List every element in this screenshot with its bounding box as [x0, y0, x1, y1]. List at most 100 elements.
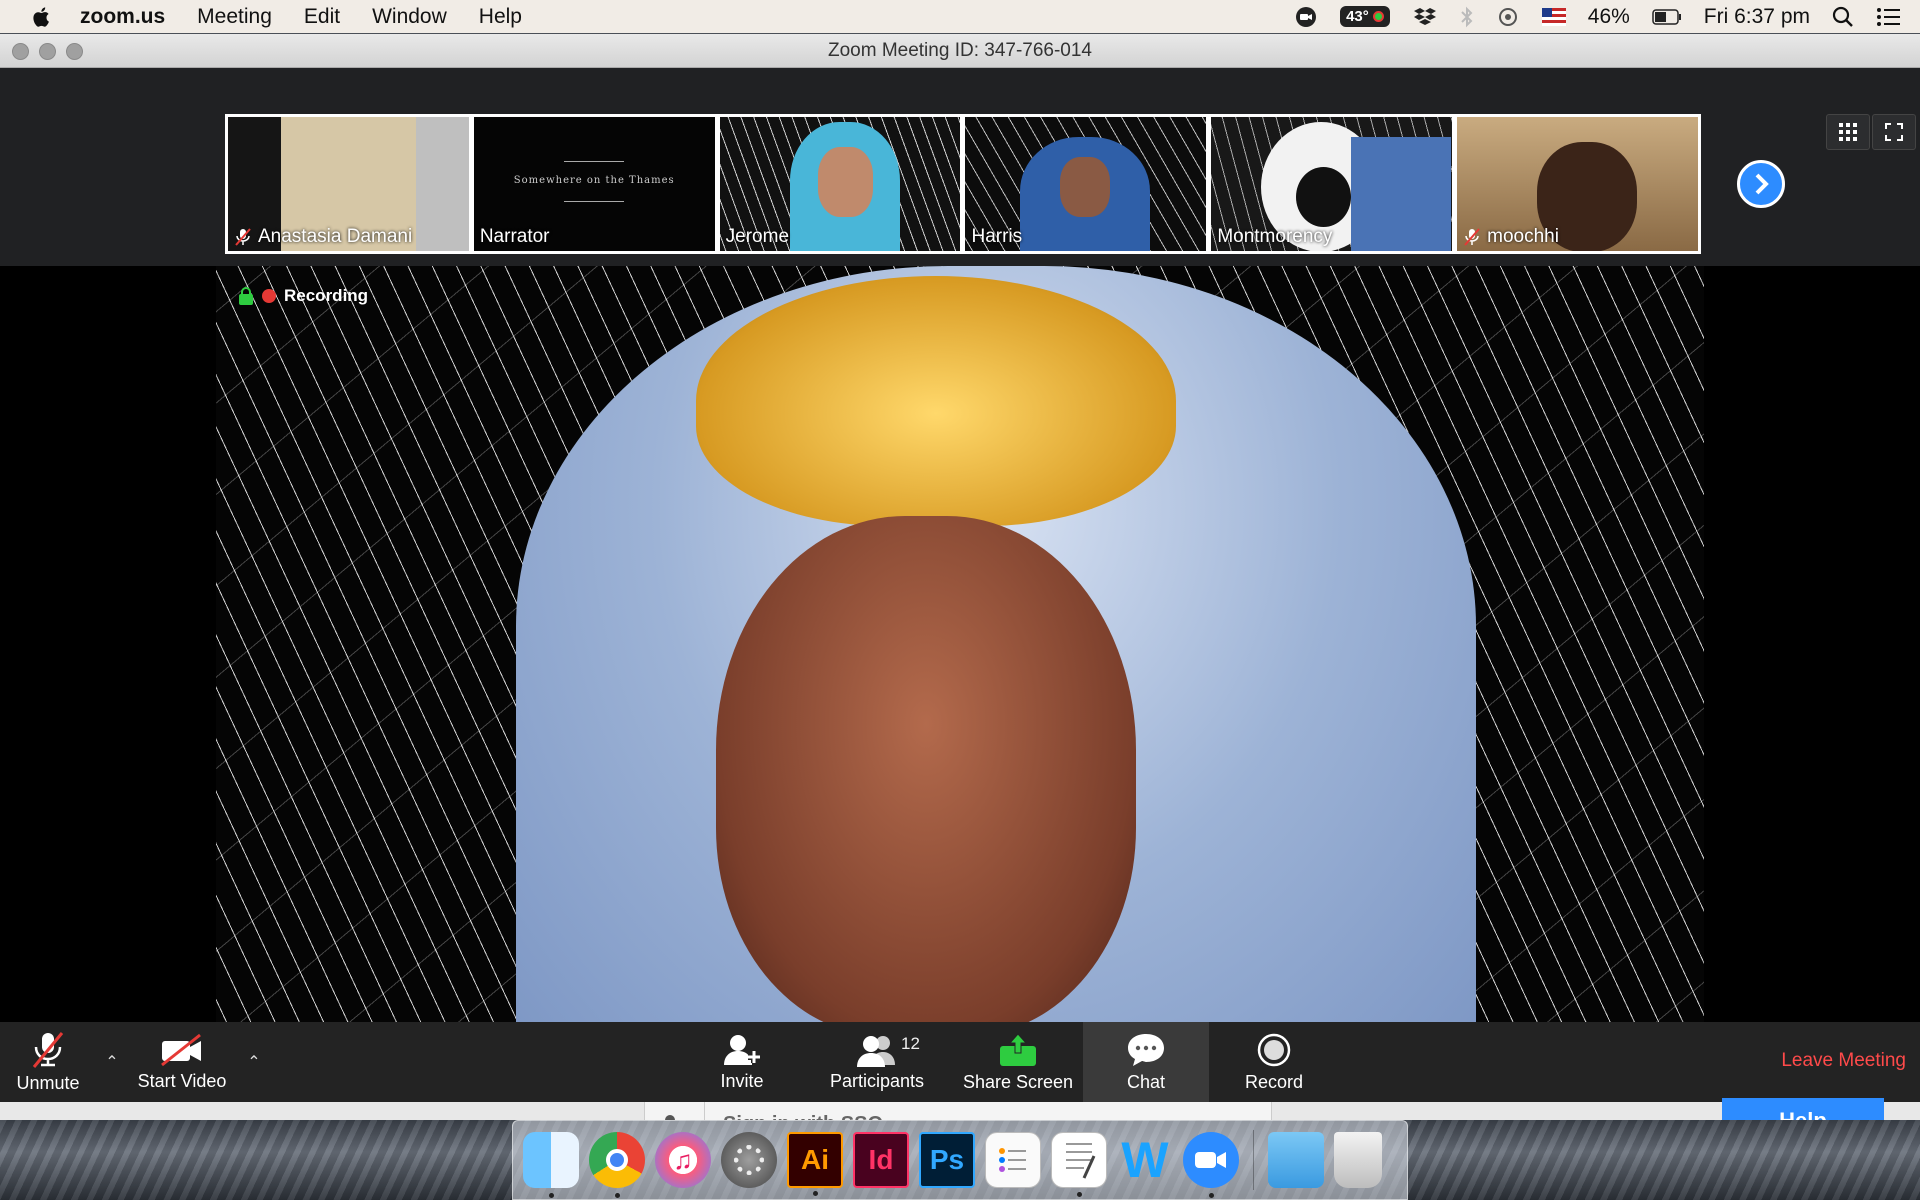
- muted-mic-icon: [32, 1031, 64, 1068]
- participant-face: [817, 147, 873, 217]
- participants-icon: [857, 1035, 895, 1067]
- zoom-icon[interactable]: [1183, 1132, 1239, 1198]
- record-icon: [1257, 1033, 1291, 1066]
- status-area: 43° 46% Fri 6:37 pm: [1294, 0, 1900, 33]
- narrator-card-text: Somewhere on the Thames: [513, 175, 675, 186]
- bluetooth-icon[interactable]: [1460, 6, 1474, 28]
- unmute-button[interactable]: Unmute: [10, 1022, 86, 1102]
- participant-name: Narrator: [479, 226, 550, 247]
- textedit-icon[interactable]: [1051, 1132, 1107, 1197]
- video-off-icon: [161, 1033, 201, 1066]
- participant-label: Jerome: [726, 226, 789, 248]
- chat-button[interactable]: Chat: [1083, 1022, 1209, 1102]
- dock: ♫ Ai Id Ps W: [512, 1120, 1408, 1200]
- fullscreen-button[interactable]: [1872, 114, 1916, 150]
- menu-bar: zoom.us Meeting Edit Window Help 43° 46%…: [0, 0, 1920, 33]
- running-indicator: [1077, 1192, 1082, 1197]
- share-screen-label: Share Screen: [962, 1071, 1074, 1092]
- gear-icon: [734, 1145, 764, 1175]
- wifi-icon[interactable]: [1496, 7, 1520, 27]
- video-options-chevron-up-icon[interactable]: ⌃: [244, 1052, 264, 1072]
- menu-app-name[interactable]: zoom.us: [80, 5, 165, 29]
- close-window-button[interactable]: [12, 43, 29, 60]
- screen: zoom.us Meeting Edit Window Help 43° 46%…: [0, 0, 1920, 1200]
- notification-center-icon[interactable]: [1876, 7, 1900, 27]
- battery-icon[interactable]: [1652, 8, 1682, 25]
- menu-help[interactable]: Help: [479, 5, 522, 29]
- running-indicator: [813, 1191, 818, 1196]
- recording-dot-icon: [262, 289, 276, 303]
- speaker-hat: [696, 276, 1176, 526]
- illustrator-label: Ai: [801, 1144, 829, 1175]
- participant-tile[interactable]: Anastasia Damani: [228, 117, 469, 251]
- menu-window[interactable]: Window: [372, 5, 447, 29]
- weather-status-icon: [1372, 11, 1384, 22]
- window-title: Zoom Meeting ID: 347-766-014: [827, 39, 1093, 61]
- window-titlebar[interactable]: Zoom Meeting ID: 347-766-014: [0, 34, 1920, 68]
- running-indicator: [1209, 1193, 1214, 1198]
- word-label: W: [1121, 1132, 1169, 1188]
- participant-label: Harris: [971, 226, 1022, 248]
- illustrator-icon[interactable]: Ai: [787, 1132, 843, 1196]
- word-icon[interactable]: W: [1117, 1132, 1173, 1188]
- video-camera-icon[interactable]: [1294, 6, 1318, 27]
- minimize-window-button[interactable]: [39, 43, 56, 60]
- indesign-icon[interactable]: Id: [853, 1132, 909, 1188]
- weather-widget[interactable]: 43°: [1340, 6, 1390, 27]
- audio-options-chevron-up-icon[interactable]: ⌃: [102, 1052, 122, 1072]
- expand-icon: [1885, 123, 1903, 141]
- system-preferences-icon[interactable]: [721, 1132, 777, 1188]
- participant-tile[interactable]: Harris: [965, 117, 1207, 251]
- dock-separator: [1253, 1130, 1254, 1190]
- ornament-divider: [564, 161, 625, 162]
- muted-mic-icon: [1464, 228, 1480, 246]
- reminders-icon[interactable]: [985, 1132, 1041, 1188]
- muted-mic-icon: [235, 228, 251, 246]
- chrome-icon[interactable]: [589, 1132, 645, 1198]
- lock-icon[interactable]: [238, 287, 254, 305]
- participant-name: moochhi: [1487, 226, 1559, 247]
- active-speaker-video: Recording: [0, 266, 1920, 1022]
- itunes-icon[interactable]: ♫: [655, 1132, 711, 1188]
- speaker-face: [716, 516, 1136, 1022]
- chat-bubble-icon: [1128, 1033, 1164, 1066]
- record-label: Record: [1244, 1071, 1304, 1092]
- next-page-button[interactable]: [1737, 160, 1785, 208]
- panda-face: [1296, 167, 1352, 227]
- invite-button[interactable]: Invite: [712, 1022, 772, 1102]
- running-indicator: [549, 1193, 554, 1198]
- zoom-window-button[interactable]: [66, 43, 83, 60]
- participant-filmstrip: Anastasia Damani Somewhere on the Thames…: [225, 114, 1701, 254]
- dropbox-icon[interactable]: [1412, 7, 1438, 27]
- finder-icon[interactable]: [523, 1132, 579, 1198]
- start-video-label: Start Video: [137, 1070, 227, 1091]
- filmstrip-bar: Anastasia Damani Somewhere on the Thames…: [0, 68, 1920, 266]
- search-icon[interactable]: [1832, 6, 1854, 28]
- trash-icon[interactable]: [1334, 1132, 1382, 1188]
- start-video-button[interactable]: Start Video: [132, 1022, 232, 1102]
- menu-edit[interactable]: Edit: [304, 5, 340, 29]
- participant-name: Anastasia Damani: [258, 226, 413, 247]
- photoshop-label: Ps: [929, 1144, 965, 1175]
- leave-meeting-button[interactable]: Leave Meeting: [1781, 1050, 1906, 1072]
- menu-meeting[interactable]: Meeting: [197, 5, 272, 29]
- participant-tile[interactable]: Montmorency: [1211, 117, 1453, 251]
- record-button[interactable]: Record: [1230, 1022, 1318, 1102]
- flag-icon[interactable]: [1541, 7, 1566, 26]
- participant-tile[interactable]: Jerome: [719, 117, 961, 251]
- video-camera-icon: [1195, 1152, 1226, 1168]
- gallery-view-button[interactable]: [1826, 114, 1870, 150]
- photoshop-icon[interactable]: Ps: [919, 1132, 975, 1188]
- folder-icon[interactable]: [1268, 1132, 1324, 1188]
- participant-tile[interactable]: moochhi: [1457, 117, 1698, 251]
- clock[interactable]: Fri 6:37 pm: [1704, 5, 1810, 29]
- share-screen-button[interactable]: Share Screen: [960, 1022, 1076, 1102]
- document-icon: [1066, 1143, 1096, 1179]
- participants-label: Participants: [829, 1070, 925, 1091]
- indesign-label: Id: [868, 1144, 894, 1175]
- apple-icon[interactable]: [30, 5, 54, 29]
- zoom-window: Zoom Meeting ID: 347-766-014 Anastasia D…: [0, 34, 1920, 1154]
- participant-tile[interactable]: Somewhere on the Thames Narrator: [473, 117, 715, 251]
- running-indicator: [615, 1193, 620, 1198]
- share-screen-icon: [1000, 1032, 1036, 1066]
